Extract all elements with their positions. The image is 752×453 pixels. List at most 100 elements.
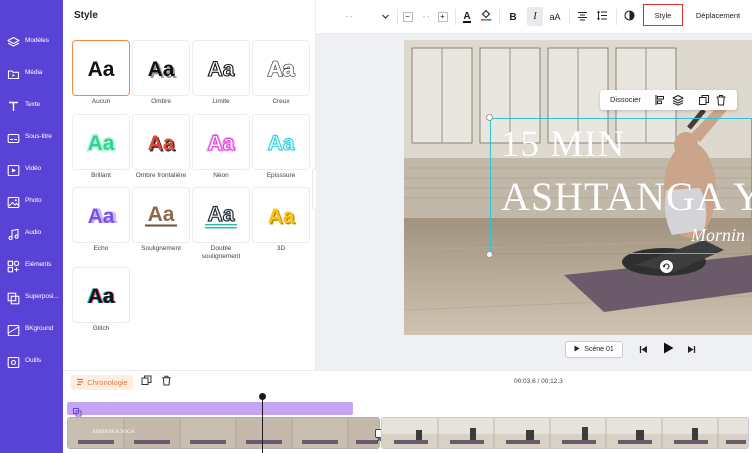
line-spacing-button[interactable] (594, 0, 610, 34)
sidebar-item-overlays[interactable]: Superposi... (0, 285, 63, 313)
style-tile-echo[interactable]: Aa Aa Echo (73, 188, 129, 253)
timeline-toggle-label: Chronologie (87, 378, 128, 387)
style-tile-neon[interactable]: Aa Aa Néon (193, 115, 249, 180)
timeline-panel: Chronologie 00:03.6 / 00:12.3 ASHTANGA Y… (63, 370, 752, 453)
font-size-input[interactable]: - - (416, 0, 436, 34)
sidebar-item-audio[interactable]: Audio (0, 221, 63, 249)
tab-move[interactable]: Déplacement (688, 4, 748, 26)
sidebar-item-text[interactable]: Texte (0, 93, 63, 121)
background-icon (7, 324, 20, 337)
style-tile-glitch[interactable]: Aa Aa Aa Glitch (73, 268, 129, 333)
subtitle-icon (7, 132, 20, 145)
align-center-button[interactable] (574, 0, 590, 34)
sidebar-item-background[interactable]: BKground (0, 317, 63, 345)
rotate-handle[interactable] (660, 260, 673, 273)
font-size-increase-button[interactable]: + (437, 0, 448, 34)
style-preview-glyph: Aa (88, 132, 115, 155)
style-preview-glyph: Aa (88, 285, 115, 308)
style-tile-label: Aucun (91, 98, 111, 105)
style-tile-shadow[interactable]: Aa Aa Ombre (133, 41, 189, 106)
style-preview-glyph: Aa (208, 203, 235, 226)
tools-icon (7, 356, 20, 369)
title-line-1: 15 MIN (501, 124, 626, 165)
toolbar-divider (616, 9, 617, 25)
style-preview-glyph: Aa (268, 205, 295, 228)
text-selection-box[interactable]: 15 MIN ASHTANGA YO Mornin (490, 118, 752, 254)
play-button[interactable] (659, 340, 677, 360)
font-family-select[interactable]: - - (336, 0, 392, 34)
image-icon (7, 196, 20, 209)
style-tile-3d[interactable]: Aa Aa 3D (253, 188, 309, 253)
bold-button[interactable]: B (506, 0, 520, 34)
floating-toolbar: Dissocier (600, 90, 737, 110)
text-case-button[interactable]: aA (547, 0, 563, 34)
sidebar-item-media[interactable]: Média (0, 61, 63, 89)
sidebar-item-templates[interactable]: Modèles (0, 29, 63, 57)
rotate-icon (660, 260, 673, 277)
sidebar-item-label: Sous-titre (25, 133, 52, 140)
toolbar-divider (569, 9, 570, 25)
style-tile-underline[interactable]: Aa Soulignement (133, 188, 189, 253)
style-tile-glow[interactable]: Aa Aa Brillant (73, 115, 129, 180)
style-preview-glyph: Aa (148, 58, 175, 81)
delete-button[interactable] (715, 94, 727, 106)
layers-button[interactable] (672, 94, 684, 106)
text-track-clip[interactable] (67, 402, 353, 417)
copy-icon (698, 94, 710, 106)
style-tile-double-underline[interactable]: Aa Double soulignement (193, 188, 249, 261)
video-clip-2[interactable] (381, 417, 749, 449)
scene-selector-button[interactable]: Scène 01 (565, 341, 623, 358)
line-spacing-icon (596, 8, 608, 26)
delete-clip-button[interactable] (160, 374, 172, 390)
style-preview-glyph: Aa (148, 203, 175, 226)
style-tile-outline[interactable]: Aa Limite (193, 41, 249, 106)
text-color-button[interactable]: A (460, 0, 474, 34)
style-tile-hollow[interactable]: Aa Aa Creux (253, 41, 309, 106)
playhead-handle[interactable] (259, 393, 266, 400)
style-tile-label: Limite (212, 98, 230, 105)
timecode-display: 00:03.6 / 00:12.3 (514, 378, 563, 385)
sidebar-item-label: Eléments (25, 261, 52, 268)
tab-style[interactable]: Style (643, 4, 683, 26)
font-size-decrease-button[interactable]: − (402, 0, 413, 34)
opacity-button[interactable] (621, 0, 637, 34)
style-tile-splice[interactable]: Aa Episssure (253, 115, 309, 180)
style-tile-label: Brillant (91, 172, 111, 179)
subtitle-text: Mornin (691, 225, 745, 245)
trash-icon (161, 373, 172, 391)
sidebar-item-elements[interactable]: Eléments (0, 253, 63, 281)
video-clip-1[interactable]: ASHTANGA YOGA (67, 417, 380, 449)
text-color-icon: A (463, 10, 471, 23)
style-tile-none[interactable]: Aa Aucun (73, 41, 129, 106)
layers-icon (7, 36, 20, 49)
style-tile-label: Double soulignement (201, 245, 241, 260)
font-family-value: - - (346, 13, 353, 21)
skip-forward-icon (687, 341, 696, 359)
next-button[interactable] (684, 342, 698, 358)
style-tile-border-shadow[interactable]: Aa Aa Ombre frontalière (133, 115, 189, 180)
sidebar-item-video[interactable]: Vidéo (0, 157, 63, 185)
previous-button[interactable] (636, 342, 650, 358)
align-button[interactable] (654, 94, 666, 106)
fill-color-button[interactable] (479, 0, 493, 34)
playhead[interactable] (262, 396, 263, 453)
clip-thumb-caption: ASHTANGA YOGA (92, 430, 135, 435)
resize-handle-bottom-left[interactable] (486, 251, 493, 258)
duplicate-clip-button[interactable] (140, 374, 152, 390)
sidebar-item-tools[interactable]: Outils (0, 349, 63, 377)
sidebar-item-photo[interactable]: Photo (0, 189, 63, 217)
align-center-icon (577, 8, 588, 26)
style-tile-label: Ombre (151, 98, 171, 105)
sidebar-item-label: Modèles (25, 37, 49, 44)
resize-handle-top-left[interactable] (486, 114, 493, 121)
paint-bucket-icon (480, 8, 492, 26)
timeline-toggle-button[interactable]: Chronologie (71, 375, 133, 390)
play-icon (663, 341, 674, 359)
duplicate-button[interactable] (698, 94, 710, 106)
style-tile-label: Creux (272, 98, 290, 105)
italic-button[interactable]: I (527, 7, 543, 26)
ungroup-button[interactable]: Dissocier (604, 90, 647, 110)
sidebar-item-subtitles[interactable]: Sous-titre (0, 125, 63, 153)
folder-icon (7, 68, 20, 81)
scene-label: Scène 01 (584, 346, 614, 353)
